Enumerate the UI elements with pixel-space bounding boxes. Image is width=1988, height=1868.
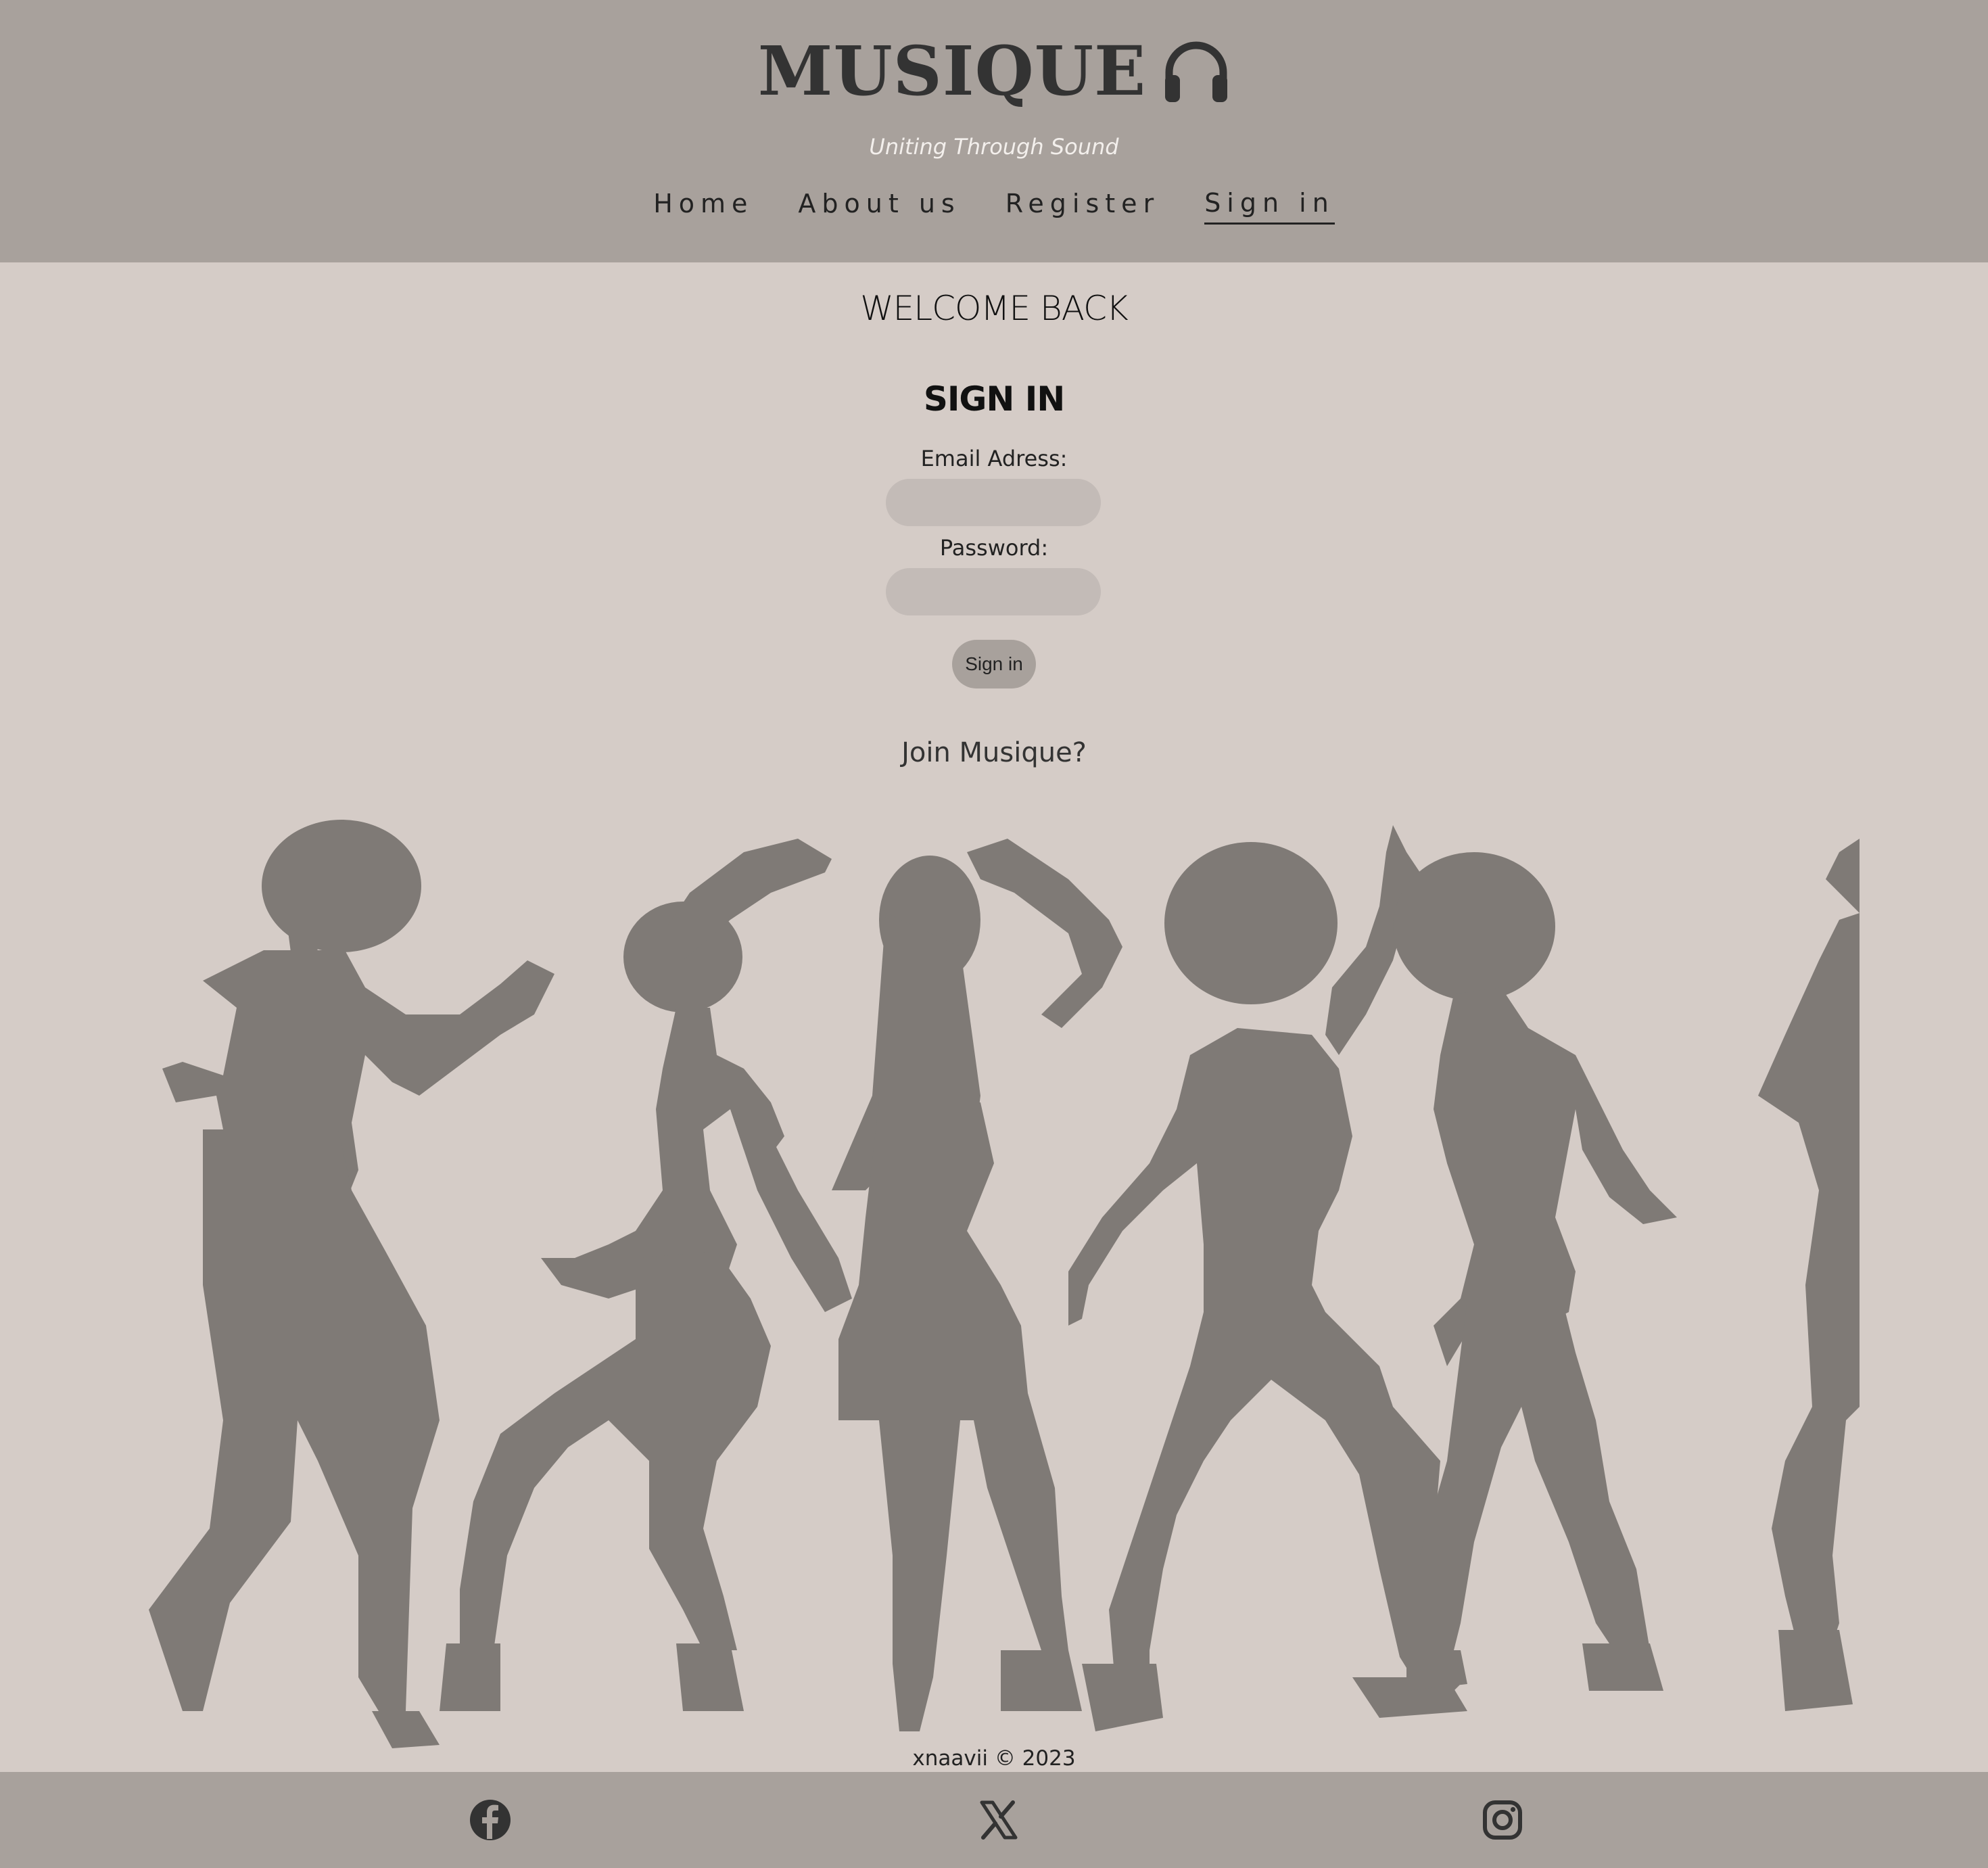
email-label: Email Adress: — [920, 446, 1068, 471]
welcome-heading: WELCOME BACK — [860, 289, 1129, 328]
dancing-silhouettes — [122, 812, 1860, 1752]
sign-in-heading: SIGN IN — [923, 379, 1065, 419]
main-nav: Home About us Register Sign in — [0, 186, 1988, 227]
instagram-icon[interactable] — [1481, 1798, 1524, 1842]
site-footer — [0, 1772, 1988, 1868]
dancer-5 — [1393, 852, 1677, 1691]
brand-name: MUSIQUE — [757, 31, 1147, 111]
headphones-icon — [1162, 37, 1230, 105]
copyright-notice: xnaavii © 2023 — [912, 1746, 1076, 1771]
dancer-6 — [1758, 839, 1860, 1711]
site-header: MUSIQUE Uniting Through Sound Home About… — [0, 0, 1988, 262]
nav-home[interactable]: Home — [653, 189, 753, 224]
email-field[interactable] — [886, 479, 1101, 526]
nav-register[interactable]: Register — [1005, 189, 1160, 224]
x-icon[interactable] — [976, 1798, 1020, 1842]
nav-sign-in[interactable]: Sign in — [1204, 188, 1335, 225]
password-label: Password: — [939, 535, 1049, 561]
join-musique-link[interactable]: Join Musique? — [0, 734, 1988, 771]
nav-about-us[interactable]: About us — [798, 189, 960, 224]
sign-in-button[interactable]: Sign in — [952, 640, 1036, 688]
site-tagline: Uniting Through Sound — [869, 134, 1119, 160]
dancers-illustration — [149, 820, 1860, 1748]
password-field[interactable] — [886, 568, 1101, 615]
facebook-icon[interactable] — [469, 1798, 512, 1842]
brand-logo[interactable]: MUSIQUE — [0, 27, 1988, 115]
